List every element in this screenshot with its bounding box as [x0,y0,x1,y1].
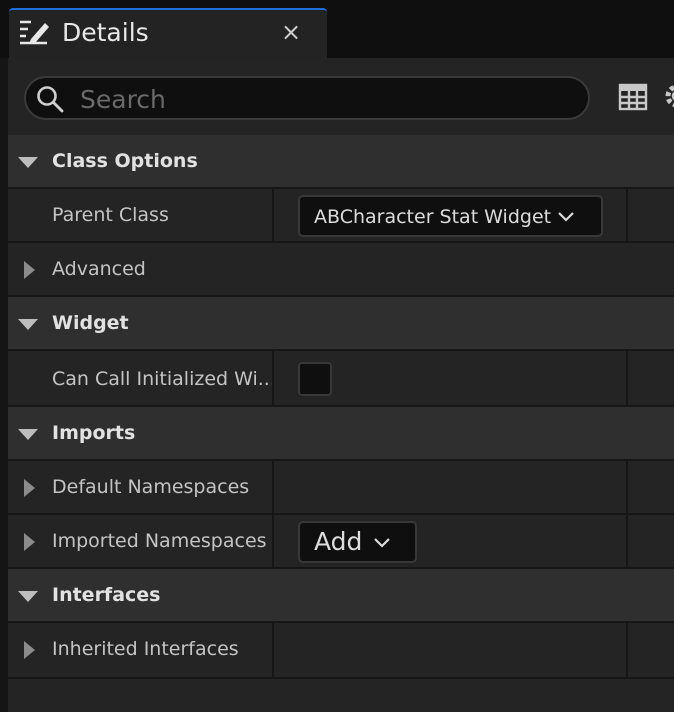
add-namespace-button[interactable]: Add [298,521,417,563]
property-row-inherited-interfaces[interactable]: Inherited Interfaces [8,623,674,679]
property-label: Parent Class [52,204,169,226]
category-label: Class Options [52,150,198,172]
parent-class-value: ABCharacter Stat Widget [314,206,552,228]
property-row-default-namespaces[interactable]: Default Namespaces [8,461,674,515]
chevron-down-icon [374,538,390,548]
column-divider[interactable] [272,189,274,241]
property-label: Can Call Initialized Wi... [52,368,276,390]
add-label: Add [314,527,363,556]
table-view-icon[interactable] [618,82,648,112]
gear-icon[interactable] [662,80,674,112]
category-imports[interactable]: Imports [8,407,674,461]
property-row-advanced[interactable]: Advanced [8,243,674,297]
column-divider [626,189,628,241]
collapse-arrow-icon[interactable] [18,319,38,330]
column-divider [626,351,628,405]
property-label: Advanced [52,258,146,280]
expand-arrow-icon[interactable] [24,533,35,551]
expand-arrow-icon[interactable] [24,479,35,497]
collapse-arrow-icon[interactable] [18,429,38,440]
expand-arrow-icon[interactable] [24,261,35,279]
parent-class-dropdown[interactable]: ABCharacter Stat Widget [298,195,603,237]
property-row-parent-class: Parent Class ABCharacter Stat Widget [8,189,674,243]
search-input[interactable] [78,80,582,118]
chevron-down-icon [558,212,574,222]
search-box[interactable] [24,76,590,120]
category-class-options[interactable]: Class Options [8,135,674,189]
category-label: Imports [52,422,136,444]
close-icon[interactable]: × [281,17,301,47]
tab-details[interactable]: Details × [9,8,327,58]
column-divider[interactable] [272,351,274,405]
search-icon [37,86,64,113]
collapse-arrow-icon[interactable] [18,157,38,168]
property-label: Inherited Interfaces [52,638,239,660]
column-divider [626,461,628,513]
details-panel: Class Options Parent Class ABCharacter S… [8,58,674,712]
can-call-initialized-checkbox[interactable] [298,362,332,396]
property-row-imported-namespaces[interactable]: Imported Namespaces Add [8,515,674,569]
property-label: Default Namespaces [52,476,250,498]
column-divider[interactable] [272,461,274,513]
collapse-arrow-icon[interactable] [18,591,38,602]
category-label: Interfaces [52,584,161,606]
column-divider [626,623,628,677]
tab-bar: Details × [0,0,674,58]
property-row-can-call-initialized: Can Call Initialized Wi... [8,351,674,407]
column-divider [626,515,628,567]
category-label: Widget [52,312,129,334]
edit-icon [20,20,49,45]
category-widget[interactable]: Widget [8,297,674,351]
expand-arrow-icon[interactable] [24,641,35,659]
category-interfaces[interactable]: Interfaces [8,569,674,623]
column-divider[interactable] [272,623,274,677]
property-label: Imported Namespaces [52,530,267,552]
tab-title: Details [62,18,149,47]
column-divider[interactable] [272,515,274,567]
